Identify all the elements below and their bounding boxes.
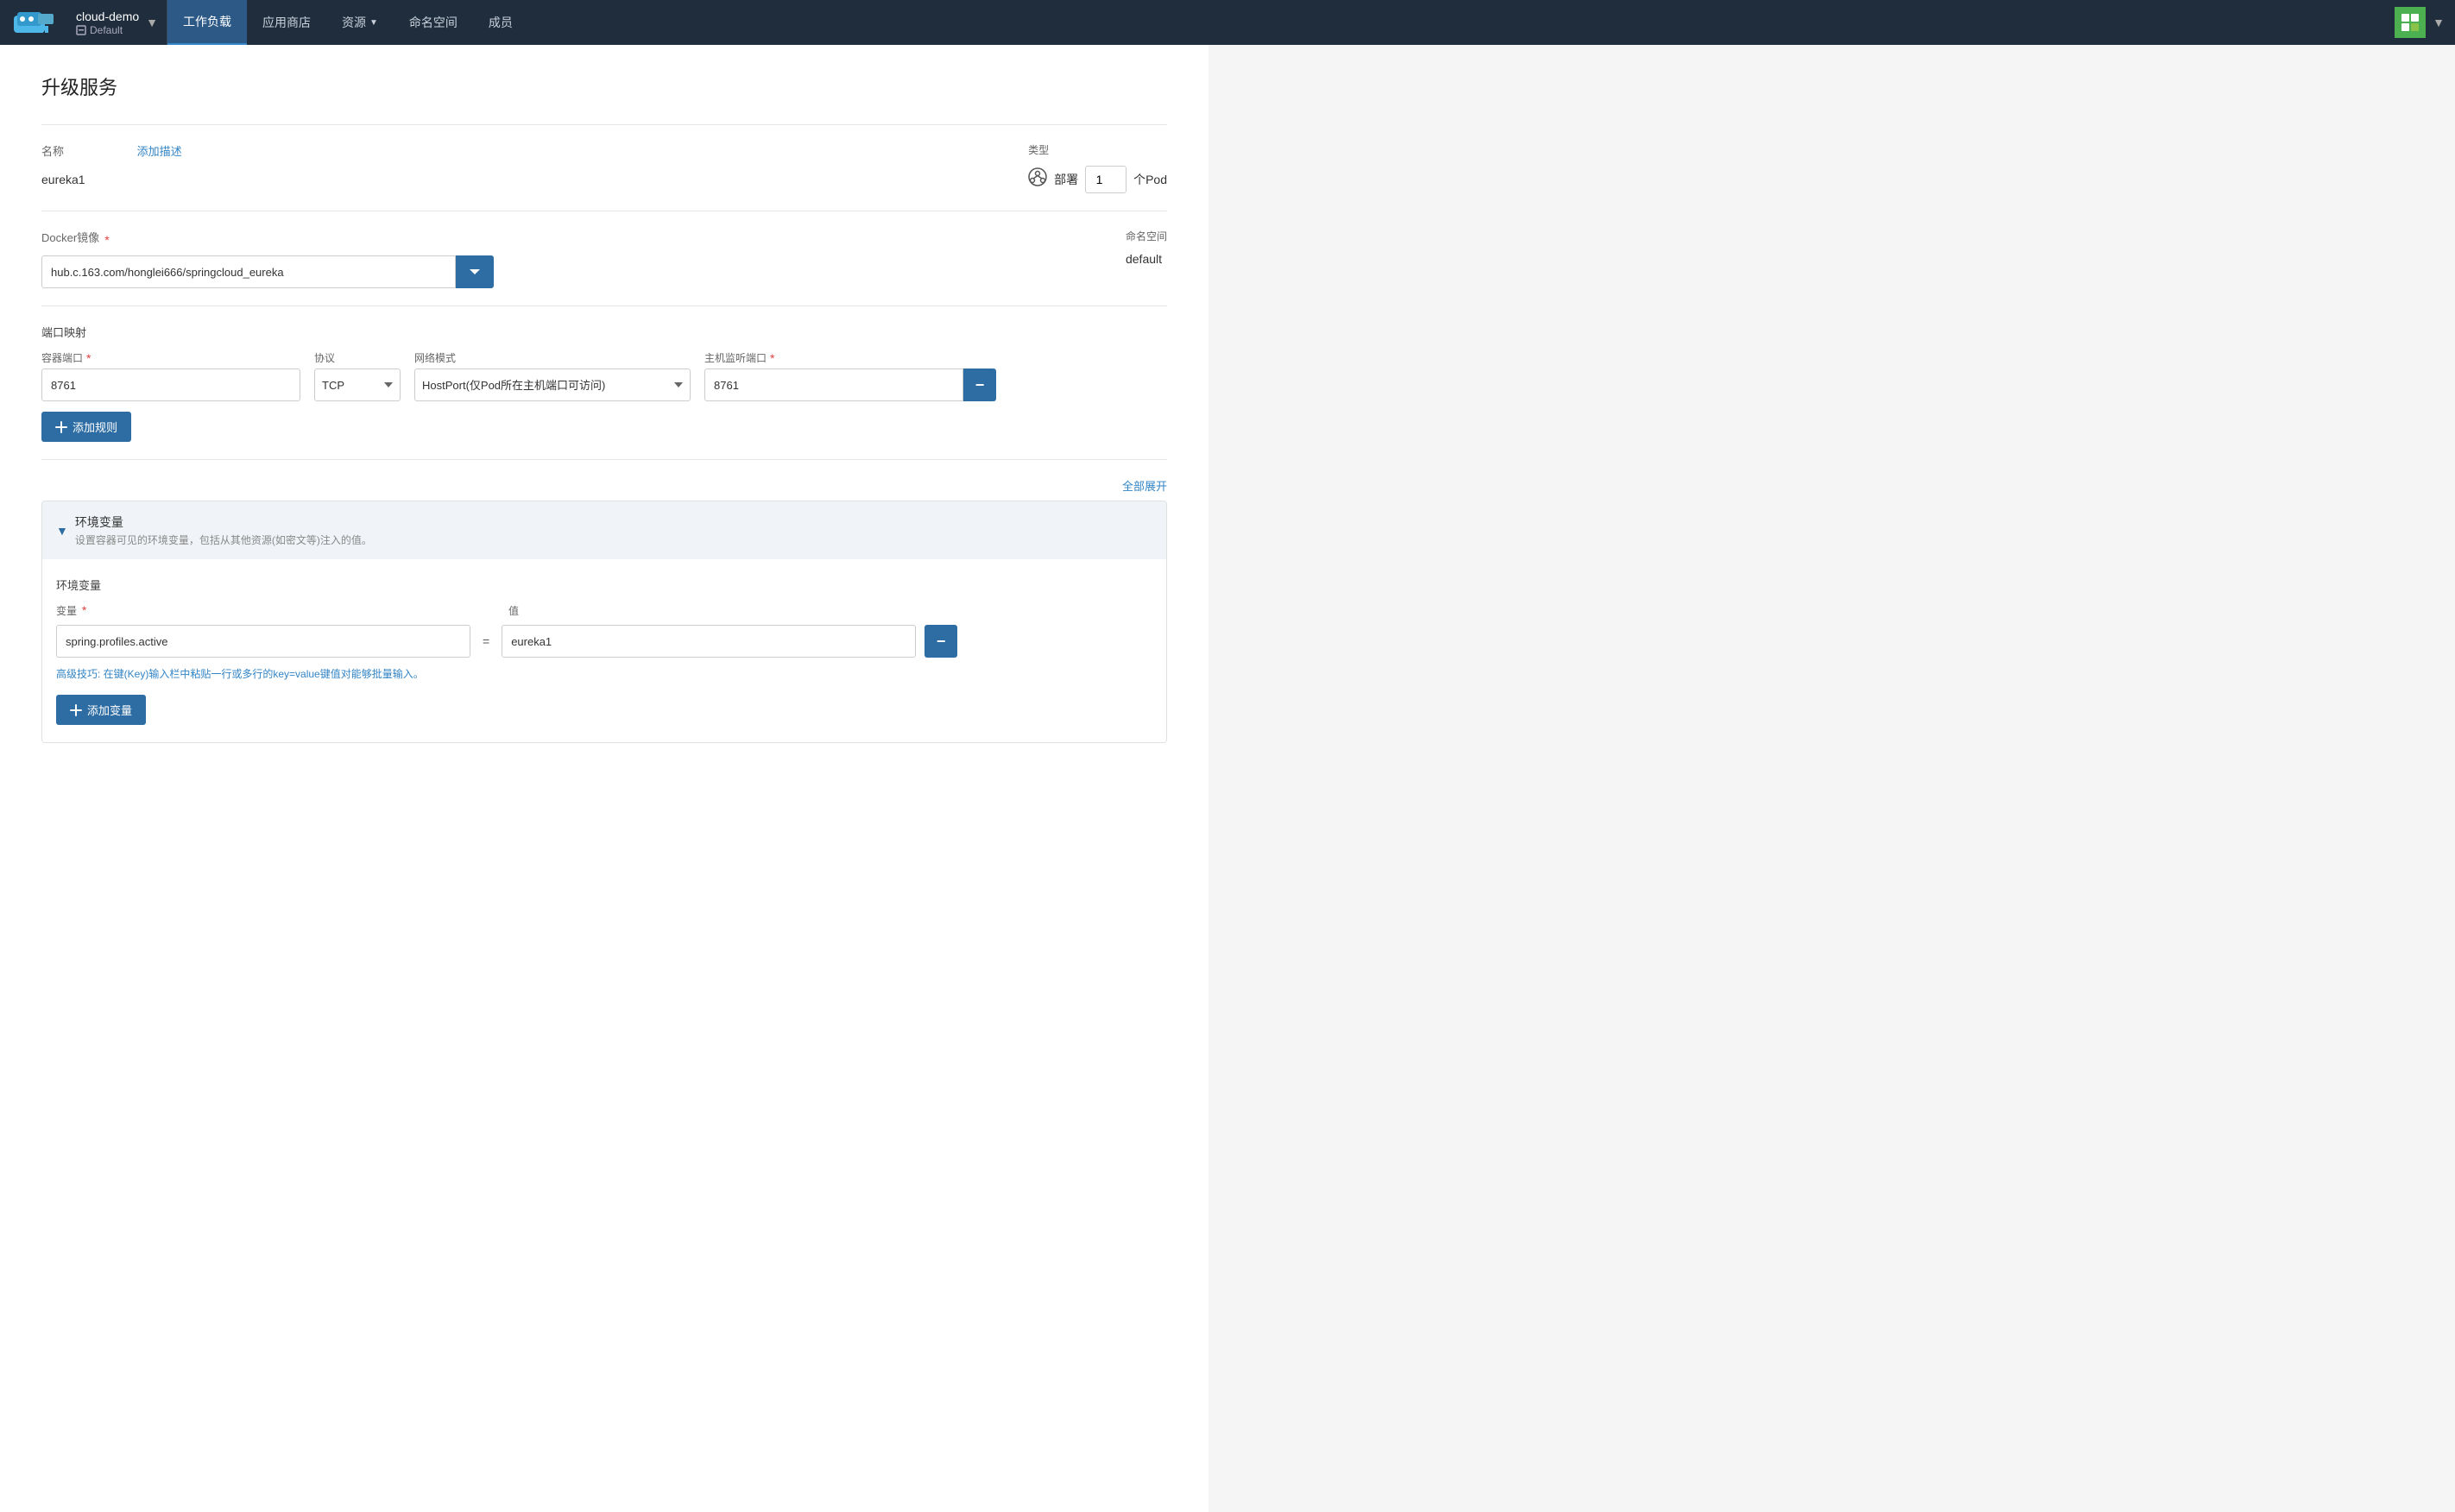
container-port-input[interactable] xyxy=(41,369,300,401)
env-subtitle: 设置容器可见的环境变量，包括从其他资源(如密文等)注入的值。 xyxy=(75,532,372,547)
add-rule-button[interactable]: 添加规则 xyxy=(41,412,131,442)
expand-all-link[interactable]: 全部展开 xyxy=(1122,480,1167,493)
nav-link-resources[interactable]: 资源 ▼ xyxy=(326,0,394,45)
container-port-col: 容器端口 * xyxy=(41,350,300,401)
namespace-section: 命名空间 default xyxy=(1126,229,1167,266)
docker-left: Docker镜像 * xyxy=(41,229,1039,288)
env-header-text: 环境变量 设置容器可见的环境变量，包括从其他资源(如密文等)注入的值。 xyxy=(75,513,372,547)
divider-1 xyxy=(41,124,1167,125)
host-port-col: 主机监听端口 * − xyxy=(704,350,996,401)
host-port-label: 主机监听端口 xyxy=(704,350,767,365)
nav-link-members[interactable]: 成员 xyxy=(473,0,528,45)
project-sub: Default xyxy=(76,24,139,36)
project-caret: ▼ xyxy=(146,16,158,29)
name-value: eureka1 xyxy=(41,173,85,186)
page-title: 升级服务 xyxy=(41,72,1167,100)
env-val-header: 值 xyxy=(508,603,923,618)
name-group: 名称 eureka1 xyxy=(41,142,85,186)
expand-all-row: 全部展开 xyxy=(41,477,1167,494)
protocol-col: 协议 TCP UDP xyxy=(314,350,401,401)
user-avatar[interactable] xyxy=(2395,7,2426,38)
pod-unit-label: 个Pod xyxy=(1133,171,1167,188)
port-section: 端口映射 容器端口 * 协议 TCP UDP 网络模式 HostPort(仅Po xyxy=(41,324,1167,442)
name-label: 名称 xyxy=(41,142,85,159)
env-equals: = xyxy=(479,634,493,648)
env-key-header: 变量 * xyxy=(56,603,470,618)
namespace-label: 命名空间 xyxy=(1126,229,1167,243)
add-desc-link[interactable]: 添加描述 xyxy=(137,142,182,159)
user-menu-caret[interactable]: ▼ xyxy=(2433,16,2445,29)
network-col: 网络模式 HostPort(仅Pod所在主机端口可访问) xyxy=(414,350,691,401)
env-var-row: = − xyxy=(56,625,1152,658)
top-navigation: cloud-demo Default ▼ 工作负载 应用商店 资源 ▼ 命名空间… xyxy=(0,0,2455,45)
docker-image-input[interactable] xyxy=(41,255,456,288)
env-hint: 高级技巧: 在键(Key)输入栏中粘贴一行或多行的key=value键值对能够批… xyxy=(56,666,1152,681)
protocol-label: 协议 xyxy=(314,350,401,365)
nav-link-appstore[interactable]: 应用商店 xyxy=(247,0,326,45)
remove-port-button[interactable]: − xyxy=(963,369,996,401)
container-port-required: * xyxy=(86,351,91,365)
env-section: ▼ 环境变量 设置容器可见的环境变量，包括从其他资源(如密文等)注入的值。 环境… xyxy=(41,501,1167,743)
env-section-header[interactable]: ▼ 环境变量 设置容器可见的环境变量，包括从其他资源(如密文等)注入的值。 xyxy=(42,501,1166,559)
namespace-value: default xyxy=(1126,252,1167,266)
add-rule-label: 添加规则 xyxy=(73,419,117,435)
docker-input-row xyxy=(41,255,1039,288)
docker-label: Docker镜像 xyxy=(41,229,99,245)
port-section-title: 端口映射 xyxy=(41,324,1167,340)
container-port-label: 容器端口 xyxy=(41,350,83,365)
type-row: 部署 个Pod xyxy=(1028,166,1167,193)
network-mode-select[interactable]: HostPort(仅Pod所在主机端口可访问) xyxy=(414,369,691,401)
env-val-input[interactable] xyxy=(502,625,916,658)
env-key-input[interactable] xyxy=(56,625,470,658)
add-var-label: 添加变量 xyxy=(87,702,132,718)
logo xyxy=(9,5,60,40)
type-section: 类型 部署 个Pod xyxy=(1028,142,1167,193)
host-port-label-row: 主机监听端口 * xyxy=(704,350,996,365)
project-selector[interactable]: cloud-demo Default ▼ xyxy=(67,0,167,45)
docker-dropdown-button[interactable] xyxy=(456,255,494,288)
host-port-input[interactable] xyxy=(704,369,963,401)
name-type-row: 名称 eureka1 添加描述 类型 部署 xyxy=(41,142,1167,193)
docker-row: Docker镜像 * 命名空间 default xyxy=(41,229,1167,288)
host-port-input-group: − xyxy=(704,369,996,401)
deploy-label: 部署 xyxy=(1054,171,1078,188)
page-content: 升级服务 名称 eureka1 添加描述 类型 xyxy=(0,45,1209,1512)
env-body: 环境变量 变量 * 值 = − 高级技巧: 在键(Key)输入栏中粘贴一行或多行… xyxy=(42,559,1166,742)
project-name: cloud-demo xyxy=(76,9,139,23)
network-label: 网络模式 xyxy=(414,350,691,365)
env-vars-label: 环境变量 xyxy=(56,576,1152,593)
env-chevron-icon: ▼ xyxy=(56,524,68,538)
type-label: 类型 xyxy=(1028,142,1167,157)
nav-link-namespace[interactable]: 命名空间 xyxy=(394,0,473,45)
pod-count-input[interactable] xyxy=(1085,166,1127,193)
protocol-select[interactable]: TCP UDP xyxy=(314,369,401,401)
docker-label-row: Docker镜像 * xyxy=(41,229,1039,250)
add-env-var-button[interactable]: 添加变量 xyxy=(56,695,146,725)
remove-env-var-button[interactable]: − xyxy=(925,625,957,658)
host-port-required: * xyxy=(770,351,774,365)
divider-4 xyxy=(41,459,1167,460)
container-port-label-row: 容器端口 * xyxy=(41,350,300,365)
port-mapping-row: 容器端口 * 协议 TCP UDP 网络模式 HostPort(仅Pod所在主机… xyxy=(41,350,1167,401)
nav-links: 工作负载 应用商店 资源 ▼ 命名空间 成员 xyxy=(167,0,528,45)
env-title: 环境变量 xyxy=(75,513,372,531)
docker-required: * xyxy=(104,233,109,247)
env-var-header-row: 变量 * 值 xyxy=(56,603,1152,618)
nav-link-workload[interactable]: 工作负载 xyxy=(167,0,247,45)
deploy-icon xyxy=(1028,167,1047,192)
